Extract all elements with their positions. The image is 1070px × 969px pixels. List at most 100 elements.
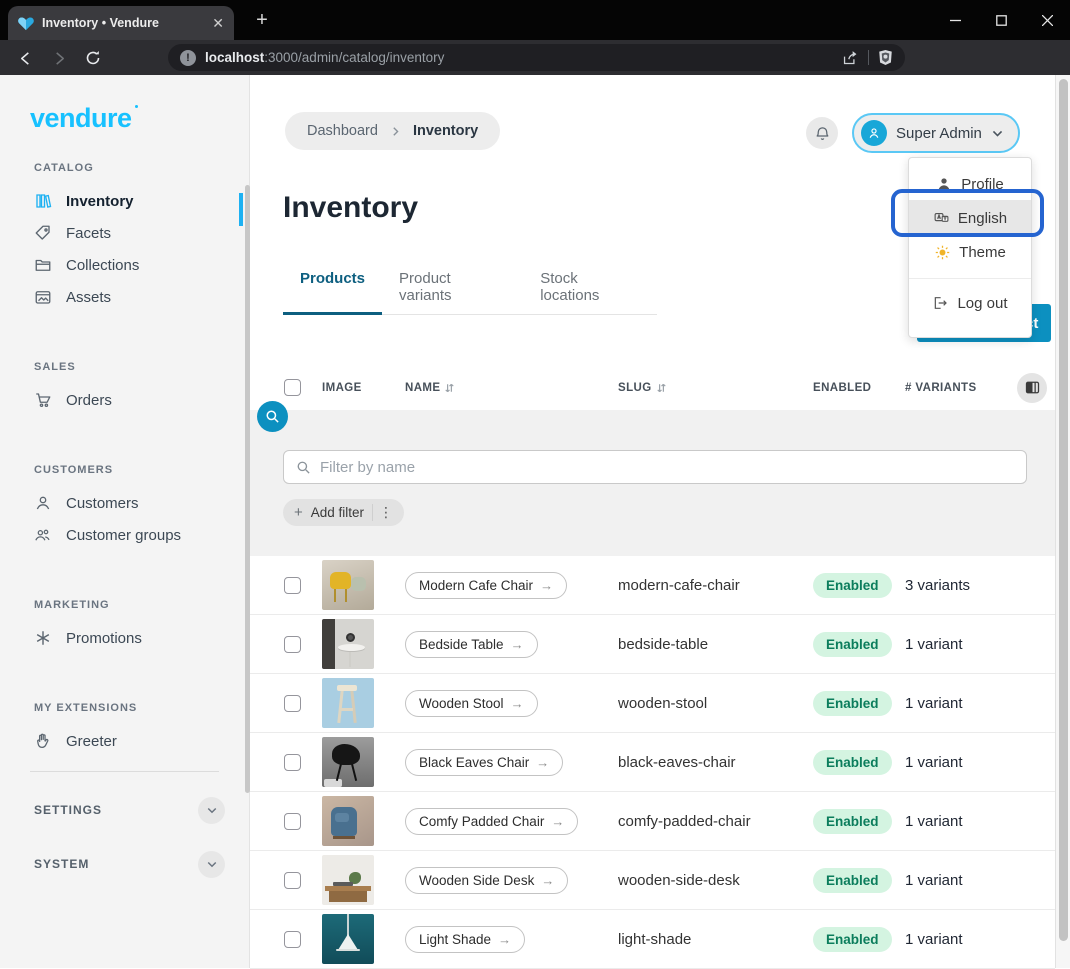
kebab-menu-icon[interactable]: ⋮ <box>372 504 393 521</box>
product-name-chip[interactable]: Bedside Table → <box>405 631 538 658</box>
sort-icon[interactable] <box>444 382 455 394</box>
sidebar-item-greeter[interactable]: Greeter <box>34 725 249 757</box>
column-picker-button[interactable] <box>1017 373 1047 403</box>
row-checkbox[interactable] <box>284 872 301 889</box>
product-name-chip[interactable]: Wooden Stool→ <box>405 690 538 717</box>
sidebar-item-collections[interactable]: Collections <box>34 249 249 281</box>
arrow-right-icon: → <box>511 637 524 652</box>
reload-icon[interactable] <box>82 47 104 69</box>
sidebar-group-system[interactable]: SYSTEM <box>34 848 225 880</box>
product-name-chip[interactable]: Comfy Padded Chair→ <box>405 808 578 835</box>
menu-item-logout[interactable]: Log out <box>909 287 1031 319</box>
close-button[interactable] <box>1024 0 1070 40</box>
browser-titlebar: Inventory • Vendure ✕ + <box>0 0 1070 40</box>
add-filter-button[interactable]: + Add filter ⋮ <box>283 499 404 526</box>
table-row[interactable]: Wooden Stool→ wooden-stool Enabled 1 var… <box>250 674 1055 733</box>
tab-stock-locations[interactable]: Stock locations <box>523 261 657 315</box>
tab-product-variants[interactable]: Product variants <box>382 261 523 315</box>
product-name-chip[interactable]: Wooden Side Desk→ <box>405 867 568 894</box>
sort-icon[interactable] <box>656 382 667 394</box>
row-checkbox[interactable] <box>284 636 301 653</box>
table-row[interactable]: Modern Cafe Chair→ modern-cafe-chair Ena… <box>250 556 1055 615</box>
status-badge: Enabled <box>813 927 892 952</box>
menu-item-theme[interactable]: Theme <box>909 236 1031 268</box>
sidebar-item-customer-groups[interactable]: Customer groups <box>34 519 249 551</box>
cart-icon <box>34 391 52 409</box>
menu-item-label: English <box>958 210 1007 227</box>
new-tab-button[interactable]: + <box>252 10 272 30</box>
nav-section-sales: SALES Orders <box>34 361 249 416</box>
column-slug[interactable]: SLUG <box>618 382 813 394</box>
tab-close-icon[interactable]: ✕ <box>212 16 224 30</box>
hand-icon <box>34 732 52 750</box>
sidebar-item-assets[interactable]: Assets <box>34 281 249 313</box>
row-checkbox[interactable] <box>284 813 301 830</box>
filter-input-wrapper <box>283 450 1027 484</box>
select-all-checkbox[interactable] <box>284 379 301 396</box>
breadcrumb-dashboard[interactable]: Dashboard <box>307 123 378 139</box>
column-label: SLUG <box>618 382 652 394</box>
image-icon <box>34 288 52 306</box>
menu-item-profile[interactable]: Profile <box>909 168 1031 200</box>
maximize-button[interactable] <box>978 0 1024 40</box>
sidebar: vendure CATALOG Inventory Facets Collect… <box>0 75 250 968</box>
status-badge: Enabled <box>813 632 892 657</box>
group-label: SYSTEM <box>34 857 89 871</box>
sidebar-item-label: Collections <box>66 257 139 274</box>
sidebar-item-facets[interactable]: Facets <box>34 217 249 249</box>
variant-count: 1 variant <box>905 695 1017 712</box>
product-name-chip[interactable]: Modern Cafe Chair→ <box>405 572 567 599</box>
chevron-down-icon[interactable] <box>198 851 225 878</box>
vendure-logo[interactable]: vendure <box>30 103 132 134</box>
forward-icon[interactable] <box>48 47 70 69</box>
product-name-chip[interactable]: Light Shade→ <box>405 926 525 953</box>
share-icon[interactable] <box>842 49 859 66</box>
sidebar-item-promotions[interactable]: Promotions <box>34 622 249 654</box>
sidebar-item-inventory[interactable]: Inventory <box>34 185 249 217</box>
row-checkbox[interactable] <box>284 754 301 771</box>
table-row[interactable]: Bedside Table→ bedside-table Enabled 1 v… <box>250 615 1055 674</box>
sidebar-item-orders[interactable]: Orders <box>34 384 249 416</box>
sidebar-item-label: Greeter <box>66 733 117 750</box>
table-row[interactable]: Comfy Padded Chair→ comfy-padded-chair E… <box>250 792 1055 851</box>
filter-by-name-input[interactable] <box>320 459 1014 476</box>
table-row[interactable]: Wooden Side Desk→ wooden-side-desk Enabl… <box>250 851 1055 910</box>
row-checkbox[interactable] <box>284 695 301 712</box>
table-row[interactable]: Black Eaves Chair→ black-eaves-chair Ena… <box>250 733 1055 792</box>
chevron-down-icon[interactable] <box>198 797 225 824</box>
site-info-icon[interactable]: ! <box>180 50 196 66</box>
row-checkbox[interactable] <box>284 931 301 948</box>
scrollbar-thumb[interactable] <box>1059 79 1068 941</box>
sidebar-group-settings[interactable]: SETTINGS <box>34 794 225 826</box>
product-slug: light-shade <box>618 931 813 948</box>
variant-count: 1 variant <box>905 636 1017 653</box>
tab-products[interactable]: Products <box>283 261 382 315</box>
menu-item-label: Theme <box>959 244 1006 261</box>
product-name: Bedside Table <box>419 637 504 652</box>
product-thumbnail <box>322 855 374 905</box>
page-scrollbar[interactable] <box>1055 75 1070 968</box>
row-checkbox[interactable] <box>284 577 301 594</box>
menu-item-language[interactable]: English <box>909 200 1031 236</box>
product-name: Black Eaves Chair <box>419 755 529 770</box>
sidebar-item-label: Assets <box>66 289 111 306</box>
back-icon[interactable] <box>14 47 36 69</box>
url-text: localhost:3000/admin/catalog/inventory <box>205 50 833 65</box>
breadcrumb: Dashboard Inventory <box>285 112 500 150</box>
section-label: MARKETING <box>34 599 249 611</box>
column-name[interactable]: NAME <box>405 382 618 394</box>
folder-icon <box>34 256 52 274</box>
table-row[interactable]: Light Shade→ light-shade Enabled 1 varia… <box>250 910 1055 969</box>
sidebar-item-customers[interactable]: Customers <box>34 487 249 519</box>
minimize-button[interactable] <box>932 0 978 40</box>
brave-shield-icon[interactable] <box>878 49 893 66</box>
section-label: SALES <box>34 361 249 373</box>
url-bar[interactable]: ! localhost:3000/admin/catalog/inventory <box>168 44 905 71</box>
browser-tab[interactable]: Inventory • Vendure ✕ <box>8 6 234 40</box>
nav-section-customers: CUSTOMERS Customers Customer groups <box>34 464 249 551</box>
search-toggle-button[interactable] <box>257 401 288 432</box>
notifications-button[interactable] <box>806 117 838 149</box>
product-name-chip[interactable]: Black Eaves Chair→ <box>405 749 563 776</box>
user-menu-button[interactable]: Super Admin <box>852 113 1020 153</box>
sidebar-item-label: Inventory <box>66 193 134 210</box>
